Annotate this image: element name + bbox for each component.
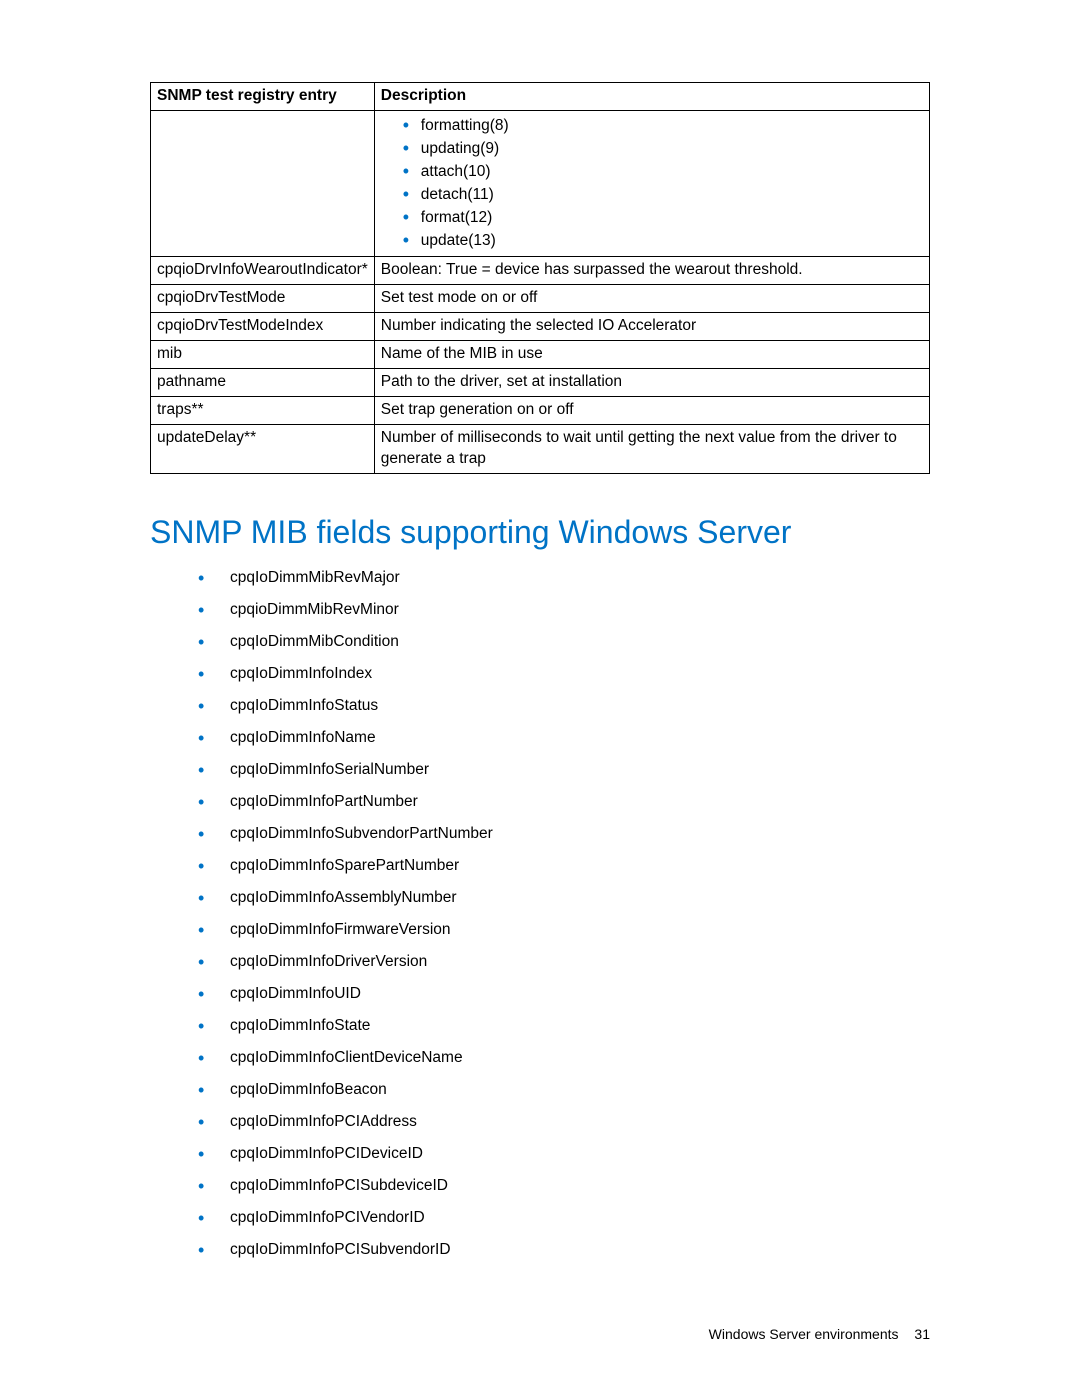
list-item: cpqIoDimmInfoPCIDeviceID [198, 1145, 930, 1163]
cell-description: Set test mode on or off [374, 285, 929, 313]
footer-section: Windows Server environments [709, 1326, 899, 1342]
list-item: cpqIoDimmInfoStatus [198, 697, 930, 715]
list-item: cpqIoDimmInfoName [198, 729, 930, 747]
list-item: cpqIoDimmInfoPartNumber [198, 793, 930, 811]
list-item: cpqIoDimmInfoBeacon [198, 1081, 930, 1099]
cell-entry: cpqioDrvInfoWearoutIndicator* [151, 257, 375, 285]
cell-entry: mib [151, 341, 375, 369]
list-item: cpqIoDimmInfoPCIAddress [198, 1113, 930, 1131]
list-item: format(12) [403, 208, 923, 229]
cell-description: Boolean: True = device has surpassed the… [374, 257, 929, 285]
list-item: cpqIoDimmInfoSubvendorPartNumber [198, 825, 930, 843]
state-list: formatting(8) updating(9) attach(10) det… [381, 116, 923, 252]
cell-entry [151, 110, 375, 257]
table-row: pathname Path to the driver, set at inst… [151, 369, 930, 397]
section-heading: SNMP MIB fields supporting Windows Serve… [150, 514, 930, 551]
list-item: cpqIoDimmInfoFirmwareVersion [198, 921, 930, 939]
list-item: detach(11) [403, 185, 923, 206]
list-item: cpqIoDimmInfoPCISubvendorID [198, 1241, 930, 1259]
page: SNMP test registry entry Description for… [0, 0, 1080, 1397]
cell-description: Number indicating the selected IO Accele… [374, 313, 929, 341]
page-footer: Windows Server environments 31 [709, 1326, 930, 1342]
footer-page-number: 31 [914, 1326, 930, 1342]
list-item: cpqIoDimmInfoSerialNumber [198, 761, 930, 779]
cell-description: formatting(8) updating(9) attach(10) det… [374, 110, 929, 257]
list-item: cpqIoDimmInfoAssemblyNumber [198, 889, 930, 907]
cell-description: Name of the MIB in use [374, 341, 929, 369]
list-item: cpqIoDimmInfoPCISubdeviceID [198, 1177, 930, 1195]
cell-entry: updateDelay** [151, 424, 375, 473]
table-row: cpqioDrvTestModeIndex Number indicating … [151, 313, 930, 341]
mib-fields-list: cpqIoDimmMibRevMajor cpqioDimmMibRevMino… [198, 569, 930, 1259]
list-item: cpqIoDimmInfoSparePartNumber [198, 857, 930, 875]
cell-description: Set trap generation on or off [374, 397, 929, 425]
table-header-row: SNMP test registry entry Description [151, 83, 930, 111]
table-row: updateDelay** Number of milliseconds to … [151, 424, 930, 473]
list-item: cpqIoDimmInfoPCIVendorID [198, 1209, 930, 1227]
list-item: cpqIoDimmInfoDriverVersion [198, 953, 930, 971]
table-row: mib Name of the MIB in use [151, 341, 930, 369]
list-item: formatting(8) [403, 116, 923, 137]
list-item: update(13) [403, 231, 923, 252]
cell-description: Number of milliseconds to wait until get… [374, 424, 929, 473]
list-item: cpqIoDimmMibRevMajor [198, 569, 930, 587]
list-item: cpqIoDimmInfoUID [198, 985, 930, 1003]
table-row: cpqioDrvTestMode Set test mode on or off [151, 285, 930, 313]
table-row: formatting(8) updating(9) attach(10) det… [151, 110, 930, 257]
list-item: cpqIoDimmInfoState [198, 1017, 930, 1035]
list-item: cpqioDimmMibRevMinor [198, 601, 930, 619]
snmp-registry-table: SNMP test registry entry Description for… [150, 82, 930, 474]
cell-entry: traps** [151, 397, 375, 425]
cell-entry: pathname [151, 369, 375, 397]
cell-entry: cpqioDrvTestMode [151, 285, 375, 313]
cell-entry: cpqioDrvTestModeIndex [151, 313, 375, 341]
cell-description: Path to the driver, set at installation [374, 369, 929, 397]
list-item: cpqIoDimmInfoClientDeviceName [198, 1049, 930, 1067]
list-item: updating(9) [403, 139, 923, 160]
list-item: cpqIoDimmInfoIndex [198, 665, 930, 683]
header-description: Description [374, 83, 929, 111]
list-item: cpqIoDimmMibCondition [198, 633, 930, 651]
table-row: traps** Set trap generation on or off [151, 397, 930, 425]
header-entry: SNMP test registry entry [151, 83, 375, 111]
table-row: cpqioDrvInfoWearoutIndicator* Boolean: T… [151, 257, 930, 285]
list-item: attach(10) [403, 162, 923, 183]
